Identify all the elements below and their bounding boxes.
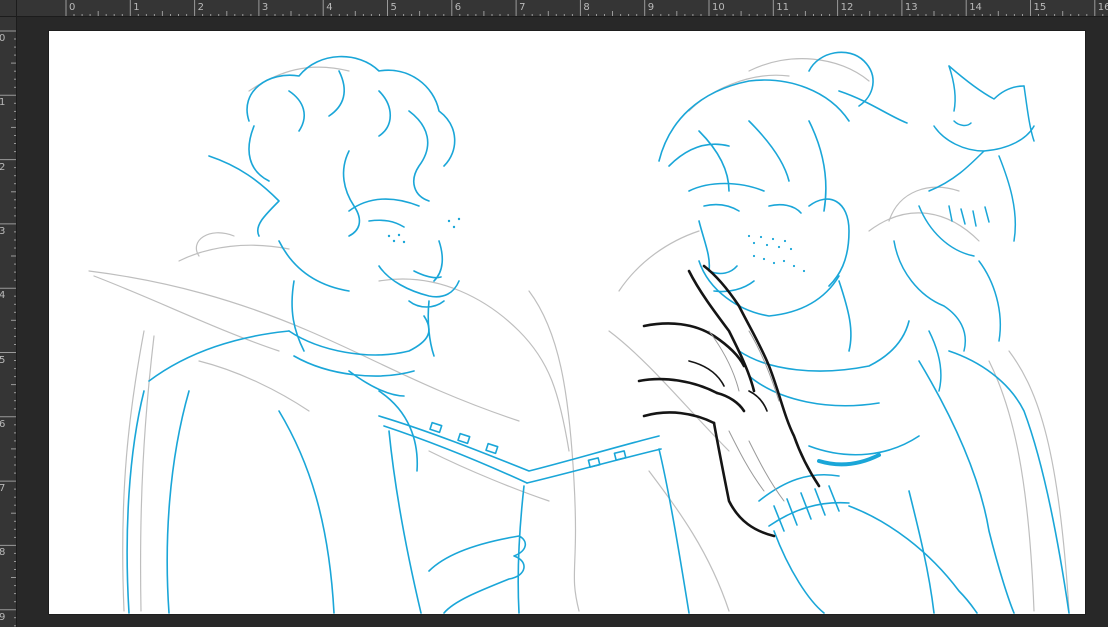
ruler-label-h: 7	[519, 2, 526, 13]
ruler-label-h: 11	[776, 2, 790, 13]
ruler-label-v: 1	[0, 98, 5, 108]
inked-hand	[637, 264, 821, 538]
ruler-label-h: 2	[197, 2, 204, 13]
ruler-label-h: 8	[583, 2, 590, 13]
ruler-label-v: 5	[0, 355, 5, 366]
ruler-label-v: 0	[0, 34, 5, 44]
elf-character-lines	[126, 55, 690, 614]
ruler-label-h: 12	[840, 2, 854, 13]
man-freckles	[747, 234, 806, 273]
ruler-label-h: 14	[969, 2, 982, 13]
ruler-label-h: 9	[647, 2, 655, 13]
ruler-label-v: 9	[0, 612, 5, 623]
ruler-label-h: 6	[454, 2, 462, 13]
ruler-label-h: 3	[261, 2, 269, 13]
document-canvas[interactable]	[49, 31, 1085, 614]
ruler-label-h: 15	[1033, 2, 1047, 13]
ruler-origin-corner[interactable]	[0, 0, 17, 17]
ruler-label-v: 4	[0, 291, 5, 301]
ruler-label-v: 2	[0, 162, 5, 173]
ruler-label-h: 16	[1097, 2, 1108, 13]
horizontal-ruler[interactable]: 012345678910111213141516	[17, 0, 1108, 17]
inked-hand-shading	[708, 330, 785, 502]
ruler-label-v: 3	[0, 226, 5, 237]
vertical-ruler[interactable]: 0 1 2 3 4 5 6 7 8 9	[0, 17, 17, 627]
ruler-label-v: 8	[0, 548, 5, 558]
ruler-label-v: 7	[0, 484, 5, 494]
ruler-label-h: 10	[712, 2, 725, 13]
ruler-label-h: 5	[390, 2, 397, 13]
ruler-label-v: 6	[0, 419, 5, 430]
elf-freckles	[387, 217, 461, 244]
photo-editor-window: 012345678910111213141516 0123456789	[0, 0, 1108, 627]
ruler-label-h: 1	[133, 2, 140, 13]
sketch-artwork	[88, 51, 1070, 614]
man-character-lines	[658, 51, 1070, 614]
ruler-label-h: 4	[326, 2, 333, 13]
rough-sketch-layer	[88, 58, 1070, 612]
ruler-label-h: 0	[69, 2, 76, 13]
ruler-label-h: 13	[904, 2, 918, 13]
